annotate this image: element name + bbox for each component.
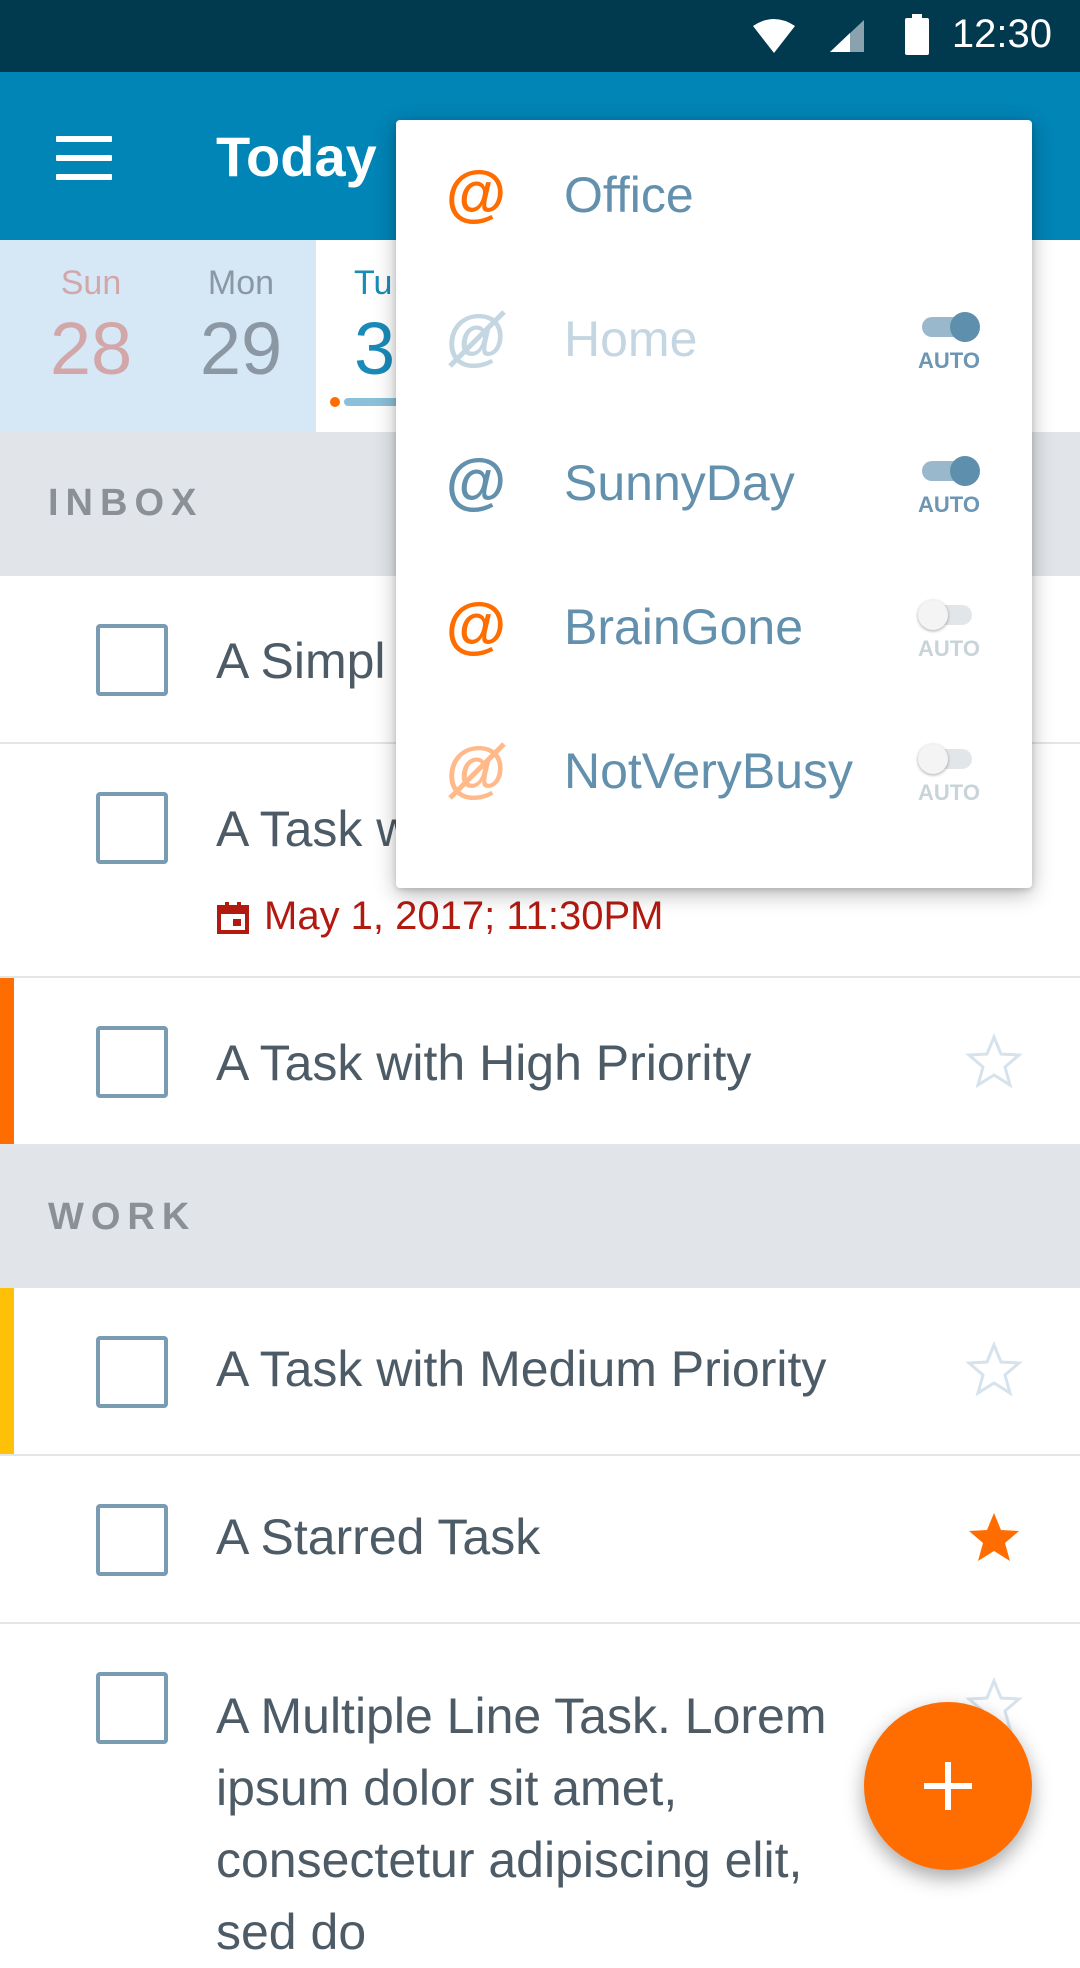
auto-toggle[interactable]: AUTO <box>918 592 980 661</box>
task-checkbox[interactable] <box>96 1672 168 1744</box>
task-checkbox[interactable] <box>96 1504 168 1576</box>
context-item-braingone[interactable]: @ BrainGone AUTO <box>396 552 1032 696</box>
day-sunday[interactable]: Sun 28 <box>16 240 166 432</box>
section-title: INBOX <box>48 482 204 524</box>
status-time: 12:30 <box>951 12 1052 56</box>
at-icon: @ <box>446 594 506 658</box>
task-title: A Multiple Line Task. Lorem ipsum dolor … <box>216 1688 827 1960</box>
section-title: WORK <box>48 1196 197 1238</box>
due-date-text: May 1, 2017; 11:30PM <box>264 894 664 938</box>
task-title: A Task with Medium Priority <box>216 1341 827 1397</box>
calendar-icon <box>217 902 249 935</box>
task-checkbox[interactable] <box>96 792 168 864</box>
task-row[interactable]: A Task with High Priority <box>0 978 1080 1146</box>
page-title: Today <box>216 125 377 188</box>
day-name: Mon <box>207 264 275 302</box>
context-item-office[interactable]: @ Office <box>396 120 1032 264</box>
context-label: Office <box>564 167 694 223</box>
auto-toggle[interactable]: AUTO <box>918 448 980 517</box>
auto-label: AUTO <box>918 492 980 517</box>
priority-bar-high <box>0 978 14 1144</box>
wifi-icon <box>753 19 795 53</box>
at-crossed-icon: @ <box>446 738 506 802</box>
task-row[interactable]: A Task with Medium Priority <box>0 1288 1080 1456</box>
context-menu: @ Office @ Home AUTO @ SunnyDay AUTO @ B… <box>396 120 1032 888</box>
auto-label: AUTO <box>918 780 980 805</box>
auto-label: AUTO <box>918 636 980 661</box>
add-task-button[interactable] <box>864 1702 1032 1870</box>
star-filled-icon[interactable] <box>964 1508 1024 1568</box>
context-label: SunnyDay <box>564 455 795 511</box>
svg-text:@: @ <box>446 450 506 514</box>
at-icon: @ <box>446 162 506 226</box>
context-item-notverybusy[interactable]: @ NotVeryBusy AUTO <box>396 696 1032 840</box>
section-header-work: WORK <box>0 1146 1080 1288</box>
context-item-home[interactable]: @ Home AUTO <box>396 264 1032 408</box>
task-due-date: May 1, 2017; 11:30PM <box>216 894 664 939</box>
auto-toggle[interactable]: AUTO <box>918 304 980 373</box>
task-checkbox[interactable] <box>96 1336 168 1408</box>
context-label: Home <box>564 311 698 367</box>
context-label: NotVeryBusy <box>564 743 854 799</box>
star-outline-icon[interactable] <box>964 1340 1024 1400</box>
task-row[interactable]: A Starred Task <box>0 1456 1080 1624</box>
day-number: 28 <box>49 307 133 390</box>
menu-icon[interactable] <box>56 136 112 180</box>
task-checkbox[interactable] <box>96 1026 168 1098</box>
at-icon: @ <box>446 450 506 514</box>
status-bar: 12:30 <box>0 0 1080 72</box>
at-crossed-icon: @ <box>446 306 506 370</box>
task-title: A Simpl <box>216 633 386 689</box>
auto-label: AUTO <box>918 348 980 373</box>
day-monday[interactable]: Mon 29 <box>166 240 316 432</box>
svg-text:@: @ <box>446 162 506 226</box>
day-number: 29 <box>199 307 283 390</box>
context-item-sunnyday[interactable]: @ SunnyDay AUTO <box>396 408 1032 552</box>
star-outline-icon[interactable] <box>964 1032 1024 1092</box>
task-title: A Task w <box>216 801 413 857</box>
task-title: A Starred Task <box>216 1509 541 1565</box>
task-checkbox[interactable] <box>96 624 168 696</box>
context-label: BrainGone <box>564 599 804 655</box>
day-name: Sun <box>60 264 122 302</box>
svg-text:@: @ <box>446 594 506 658</box>
auto-toggle[interactable]: AUTO <box>918 736 980 805</box>
priority-bar-medium <box>0 1288 14 1454</box>
task-title: A Task with High Priority <box>216 1035 752 1091</box>
signal-icon <box>830 20 864 52</box>
battery-icon <box>905 14 929 55</box>
